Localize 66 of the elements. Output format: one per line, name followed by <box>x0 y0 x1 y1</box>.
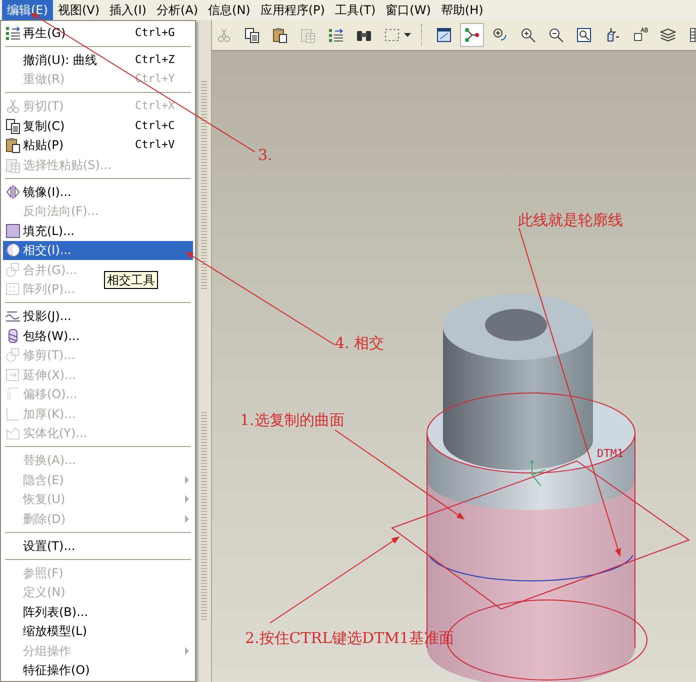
fill-icon <box>5 222 21 239</box>
menu-bar-item[interactable]: 视图(V) <box>52 0 105 20</box>
menu-item[interactable]: 投影(J)... <box>5 307 72 326</box>
annotation-text: 1.选复制的曲面 <box>240 411 344 429</box>
pattern-icon <box>5 281 21 298</box>
menu-item[interactable]: 填充(L)... <box>5 222 74 240</box>
annotation-text: 4. 相交 <box>335 334 384 352</box>
scissors-icon <box>216 27 232 43</box>
mirror-icon <box>5 184 21 200</box>
pages-icon <box>244 27 260 43</box>
menu-bar-item[interactable]: 帮助(H) <box>436 0 488 20</box>
grid-clipboard-icon <box>300 27 316 43</box>
clipboard-icon <box>272 27 288 43</box>
menu-item[interactable]: 再生(G) <box>5 24 66 42</box>
spin-center-icon <box>492 27 508 43</box>
shortcut-text: Ctrl+X <box>135 98 176 114</box>
tooltip: 相交工具 <box>104 271 158 289</box>
clipboard-icon <box>5 137 21 154</box>
menu-item[interactable]: 相交(I)... <box>3 240 193 260</box>
coordinate-triad-icon <box>530 460 546 486</box>
zoom-in-icon <box>520 27 536 43</box>
menu-item[interactable]: 包络(W)... <box>5 326 80 345</box>
menu-bar-item[interactable]: 信息(N) <box>203 0 256 20</box>
nodes-icon <box>464 27 480 43</box>
list-arrows-icon <box>5 24 21 41</box>
extend-icon <box>5 366 21 383</box>
thicken-icon <box>5 406 21 422</box>
menu-bar-item[interactable]: 分析(A) <box>151 0 204 20</box>
menu-item[interactable]: 粘贴(P) <box>5 136 64 154</box>
menu-bar-item[interactable]: 插入(I) <box>104 0 152 20</box>
zoom-out-icon <box>548 27 564 43</box>
caret-icon[interactable] <box>404 33 411 37</box>
offset-icon <box>5 386 21 402</box>
annotation-text: 3. <box>258 146 272 164</box>
annotation-text: 此线就是轮廓线 <box>518 211 623 229</box>
datum-display-button[interactable] <box>460 23 484 47</box>
menu-item[interactable]: 缩放模型(L) <box>5 622 88 640</box>
intersect-icon <box>5 242 21 258</box>
merge-icon <box>5 347 21 364</box>
menu-item[interactable]: 阵列表(B)... <box>5 602 88 621</box>
menu-bar-item[interactable]: 编辑(E) <box>2 0 53 20</box>
menu-item[interactable]: 设置(T)... <box>5 536 76 555</box>
solidify-icon <box>5 425 21 442</box>
menu-item[interactable]: 特征操作(O) <box>5 661 90 680</box>
shortcut-text: Ctrl+Z <box>135 52 176 68</box>
menu-bar-item[interactable]: 应用程序(P) <box>255 0 330 20</box>
dashed-box-icon <box>384 27 400 43</box>
undo-target-text: 曲线 <box>73 52 98 69</box>
merge-icon <box>5 262 21 278</box>
layers-icon <box>660 27 676 43</box>
menu-bar-item[interactable]: 窗口(W) <box>380 0 436 20</box>
grid-clipboard-icon <box>5 156 21 173</box>
scissors-icon <box>5 98 21 114</box>
sketch-view-icon <box>436 27 452 43</box>
menu-bar-item[interactable]: 工具(T) <box>330 0 381 20</box>
menu-item[interactable]: 复制(C) <box>5 116 65 135</box>
menu-item[interactable]: 镜像(I)... <box>5 182 72 201</box>
shortcut-text: Ctrl+C <box>135 118 176 134</box>
list-arrows-icon <box>328 27 344 43</box>
shortcut-text: Ctrl+V <box>135 137 176 153</box>
shortcut-text: Ctrl+Y <box>135 71 176 87</box>
refit-icon <box>576 27 592 43</box>
pages-icon <box>5 118 21 134</box>
menu-item[interactable]: 撤消(U): <box>5 50 70 69</box>
shortcut-text: Ctrl+G <box>135 24 176 40</box>
named-view-icon <box>632 27 648 43</box>
